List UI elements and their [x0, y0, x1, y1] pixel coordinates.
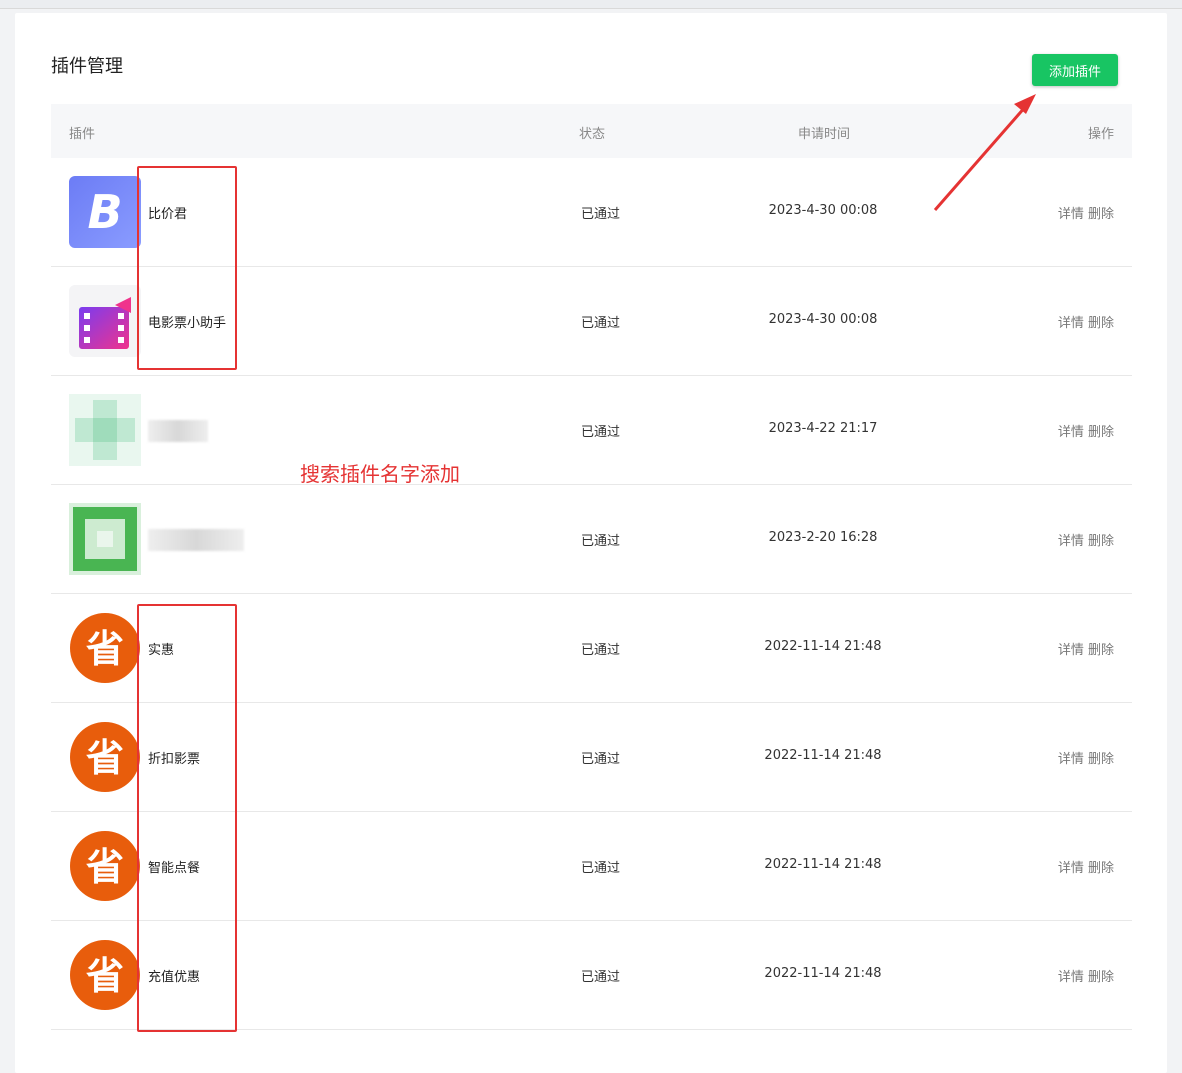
annotation-arrow — [933, 94, 1036, 211]
